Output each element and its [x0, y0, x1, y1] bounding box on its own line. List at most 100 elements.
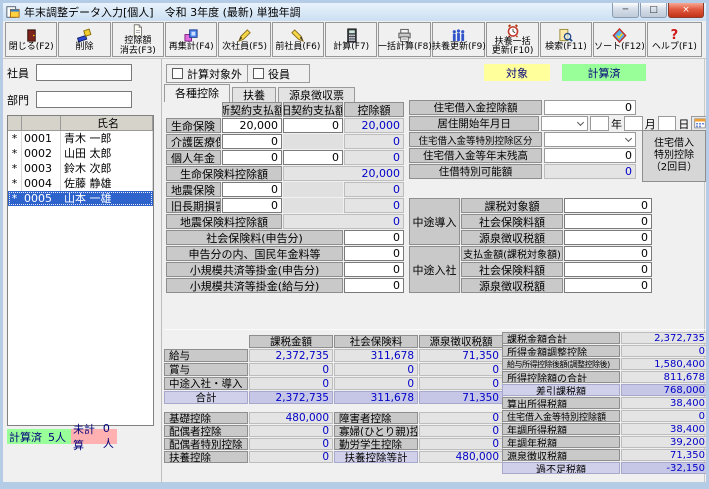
- department-input[interactable]: [36, 91, 132, 108]
- col-header-social: 社会保険料: [334, 335, 418, 348]
- total-social: 311,678: [334, 391, 418, 404]
- computed-income-tax-value: 38,400: [621, 397, 709, 409]
- toolbar-search-button[interactable]: 検索(F11): [540, 22, 592, 57]
- toolbar-close-button[interactable]: 閉じる(F2): [5, 22, 57, 57]
- toolbar-recalc-button[interactable]: 再集計(F4): [165, 22, 217, 57]
- income-adjustment-label: 所得金額調整控除: [502, 345, 620, 357]
- toolbar-help-button[interactable]: ? ヘルプ(F1): [647, 22, 702, 57]
- calendar-button[interactable]: [691, 116, 709, 131]
- toolbar-clear-deduction-button[interactable]: 控除額消去(F3): [112, 22, 164, 57]
- app-window: 年末調整データ入力[個人] 令和 3年度 (最新) 単独年調 ─ □ × 閉じる…: [0, 0, 709, 489]
- toolbar-calculate-button[interactable]: 計算(F7): [325, 22, 377, 57]
- spouse-deduction-value: 0: [249, 425, 333, 437]
- day-input[interactable]: [658, 116, 677, 131]
- window-title: 年末調整データ入力[個人] 令和 3年度 (最新) 単独年調: [24, 4, 301, 20]
- title-bar: 年末調整データ入力[個人] 令和 3年度 (最新) 単独年調 ─ □ ×: [3, 3, 706, 21]
- care-insurance-old-disabled: [283, 134, 343, 149]
- small-mutual-declared-input[interactable]: 0: [344, 262, 404, 277]
- toolbar-batch-calculate-button[interactable]: 一括計算(F8): [378, 22, 431, 57]
- toolbar-dependent-update-button[interactable]: 扶養更新(F9): [432, 22, 485, 57]
- personal-pension-new-input[interactable]: 0: [222, 150, 282, 165]
- basic-deduction-label: 基礎控除: [164, 412, 248, 424]
- section-divider: [164, 329, 708, 330]
- employee-row[interactable]: * 0003 鈴木 次郎: [8, 161, 153, 176]
- social-insurance-amount-label: 社会保険料額: [461, 214, 563, 229]
- minimize-button[interactable]: ─: [612, 3, 639, 18]
- withholding-tax-label: 源泉徴収税額: [461, 278, 563, 293]
- housing-loan-category-select[interactable]: [544, 132, 636, 147]
- salary-taxable: 2,372,735: [249, 349, 333, 362]
- midway-taxable: 0: [249, 377, 333, 390]
- month-unit: 月: [645, 116, 656, 131]
- payment-amount-input[interactable]: 0: [564, 246, 652, 261]
- life-insurance-deduction: 20,000: [344, 118, 404, 133]
- employee-row[interactable]: * 0004 佐藤 静雄: [8, 176, 153, 191]
- care-insurance-new-input[interactable]: 0: [222, 134, 282, 149]
- close-button[interactable]: ×: [668, 3, 704, 18]
- social-insurance-declared-input[interactable]: 0: [344, 230, 404, 245]
- employee-row-selected[interactable]: * 0005 山本 一雄: [8, 191, 153, 206]
- social-insurance-amount-input[interactable]: 0: [564, 214, 652, 229]
- toolbar-sort-button[interactable]: ソート(F12): [593, 22, 646, 57]
- quake-insurance-input[interactable]: 0: [222, 182, 282, 197]
- adjusted-income-tax-value: 38,400: [621, 423, 709, 435]
- dependent-deduction-value: 0: [249, 451, 333, 463]
- taxable-amount-input[interactable]: 0: [564, 198, 652, 213]
- calculator-icon: [344, 28, 359, 43]
- withholding-tax-input[interactable]: 0: [564, 278, 652, 293]
- net-taxable-value: 768,000: [621, 384, 709, 396]
- month-input[interactable]: [624, 116, 643, 131]
- employee-input[interactable]: [36, 64, 132, 81]
- maximize-button[interactable]: □: [640, 3, 667, 18]
- midway-social: 0: [334, 377, 418, 390]
- working-student-deduction-label: 勤労学生控除: [334, 438, 418, 450]
- employee-row[interactable]: * 0001 青木 一郎: [8, 131, 153, 146]
- old-longterm-damage-deduction: 0: [344, 198, 404, 213]
- dependent-deduction-label: 扶養控除: [164, 451, 248, 463]
- bonus-row-label: 賞与: [164, 363, 248, 376]
- withheld-tax-value: 71,350: [621, 449, 709, 461]
- national-pension-input[interactable]: 0: [344, 246, 404, 261]
- life-insurance-old-input[interactable]: 0: [283, 118, 343, 133]
- personal-pension-deduction: 0: [344, 150, 404, 165]
- life-insurance-total-label: 生命保険料控除額: [166, 166, 282, 181]
- small-mutual-salary-input[interactable]: 0: [344, 278, 404, 293]
- tab-withholding-slip[interactable]: 源泉徴収票: [278, 87, 355, 102]
- toolbar-next-employee-button[interactable]: 次社員(F5): [218, 22, 270, 57]
- payment-amount-label: 支払金額(課税対象額): [461, 246, 563, 261]
- toolbar-delete-button[interactable]: 削除: [58, 22, 110, 57]
- tab-deductions[interactable]: 各種控除: [164, 84, 230, 102]
- personal-pension-old-input[interactable]: 0: [283, 150, 343, 165]
- social-insurance-amount-input[interactable]: 0: [564, 262, 652, 277]
- employee-row[interactable]: * 0002 山田 太郎: [8, 146, 153, 161]
- midway-withholding: 0: [419, 377, 503, 390]
- disability-deduction-value: 0: [419, 412, 503, 424]
- total-row-label: 合計: [164, 391, 248, 404]
- withholding-tax-input[interactable]: 0: [564, 230, 652, 245]
- year-input[interactable]: [590, 116, 609, 131]
- flags-strip: 計算対象外 役員: [166, 64, 310, 83]
- door-icon: [24, 28, 39, 43]
- officer-checkbox[interactable]: 役員: [247, 65, 295, 82]
- era-select[interactable]: [541, 116, 588, 131]
- app-icon: [6, 5, 20, 19]
- spouse-deduction-label: 配偶者控除: [164, 425, 248, 437]
- computed-income-tax-label: 算出所得税額: [502, 397, 620, 409]
- housing-loan-second-button[interactable]: 住宅借入 特別控除 （2回目）: [642, 130, 706, 182]
- toolbar-prev-employee-button[interactable]: 前社員(F6): [272, 22, 324, 57]
- tab-dependents[interactable]: 扶養: [232, 87, 276, 102]
- bonus-social: 0: [334, 363, 418, 376]
- personal-deduction-grid: 基礎控除 480,000 障害者控除 0 配偶者控除 0 寡婦(ひとり親)控除 …: [164, 412, 503, 463]
- toolbar-dependent-batch-update-button[interactable]: 扶養一括更新(F10): [486, 22, 538, 57]
- eraser-icon: [77, 28, 92, 43]
- sort-icon: [612, 28, 627, 43]
- residence-start-date-label: 居住開始年月日: [409, 116, 539, 131]
- withheld-tax-label: 源泉徴収税額: [502, 449, 620, 461]
- housing-loan-balance-input[interactable]: 0: [544, 148, 636, 163]
- salary-withholding: 71,350: [419, 349, 503, 362]
- life-insurance-new-input[interactable]: 20,000: [222, 118, 282, 133]
- toolbar: 閉じる(F2) 削除 控除額消去(F3) 再集計(F4) 次社員(F5) 前社員…: [3, 21, 706, 59]
- old-longterm-damage-input[interactable]: 0: [222, 198, 282, 213]
- taxable-amount-label: 課税対象額: [461, 198, 563, 213]
- exclude-from-calc-checkbox[interactable]: 計算対象外: [167, 65, 247, 82]
